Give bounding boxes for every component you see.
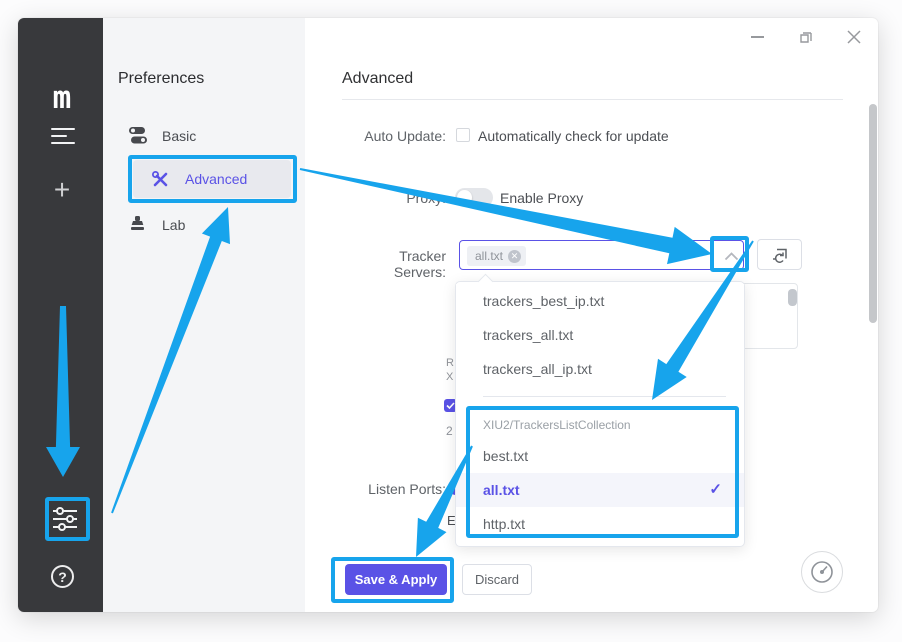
chevron-up-icon[interactable] bbox=[724, 252, 739, 261]
auto-update-label: Auto Update: bbox=[330, 128, 446, 144]
auto-update-checkbox[interactable] bbox=[456, 128, 470, 142]
occluded-text-fragment: R bbox=[446, 357, 454, 369]
tools-icon bbox=[152, 171, 169, 188]
dropdown-group-label: XIU2/TrackersListCollection bbox=[483, 418, 631, 432]
dropdown-option[interactable]: http.txt bbox=[456, 507, 744, 541]
gauge-icon bbox=[809, 559, 835, 585]
auto-update-checkbox-label: Automatically check for update bbox=[478, 128, 669, 144]
task-list-icon[interactable] bbox=[51, 128, 75, 144]
dropdown-option[interactable]: best.txt bbox=[456, 439, 744, 473]
save-apply-button[interactable]: Save & Apply bbox=[345, 564, 447, 595]
sidebar-item-lab[interactable]: Lab bbox=[118, 212, 298, 238]
discard-button[interactable]: Discard bbox=[462, 564, 532, 595]
maximize-button[interactable] bbox=[797, 28, 815, 46]
tracker-servers-label: Tracker Servers: bbox=[346, 248, 446, 280]
window-scrollbar-thumb[interactable] bbox=[869, 104, 877, 323]
occluded-text-fragment: 2 bbox=[446, 424, 453, 438]
dropdown-option-selected[interactable]: all.txt ✓ bbox=[456, 473, 744, 507]
task-list-line bbox=[51, 135, 67, 137]
title-divider bbox=[342, 99, 843, 100]
close-icon bbox=[845, 28, 863, 46]
sidebar-item-label: Lab bbox=[162, 217, 185, 233]
add-task-icon[interactable]: + bbox=[48, 177, 76, 205]
sidebar-item-label: Advanced bbox=[185, 171, 247, 187]
proxy-toggle[interactable] bbox=[455, 188, 493, 207]
lab-stamp-icon bbox=[130, 216, 145, 232]
dropdown-option[interactable]: trackers_best_ip.txt bbox=[456, 284, 744, 318]
restore-icon bbox=[797, 28, 815, 46]
check-icon: ✓ bbox=[709, 473, 722, 507]
preferences-panel bbox=[103, 18, 305, 612]
listen-ports-label: Listen Ports: bbox=[356, 481, 446, 497]
sidebar-item-advanced[interactable]: Advanced bbox=[133, 160, 291, 198]
sync-icon bbox=[772, 247, 789, 264]
help-icon[interactable]: ? bbox=[51, 565, 74, 588]
tracker-dropdown: trackers_best_ip.txt trackers_all.txt tr… bbox=[455, 281, 745, 547]
task-list-line bbox=[51, 142, 75, 144]
dropdown-option[interactable]: trackers_all_ip.txt bbox=[456, 352, 744, 386]
page-title: Advanced bbox=[342, 70, 413, 88]
task-list-line bbox=[51, 128, 75, 130]
toggles-icon bbox=[129, 127, 147, 144]
screenshot-canvas: m + ? Preferences Basic Advanced bbox=[0, 0, 902, 642]
motrix-logo: m bbox=[44, 80, 80, 116]
occluded-text-fragment: X bbox=[446, 371, 453, 383]
close-button[interactable] bbox=[845, 28, 863, 46]
sync-trackers-button[interactable] bbox=[757, 239, 802, 270]
dropdown-divider bbox=[483, 396, 726, 397]
tracker-tag-label: all.txt bbox=[475, 249, 503, 263]
dropdown-option[interactable]: trackers_all.txt bbox=[456, 318, 744, 352]
proxy-label: Proxy: bbox=[360, 190, 446, 206]
proxy-toggle-label: Enable Proxy bbox=[500, 190, 583, 206]
sidebar-item-label: Basic bbox=[162, 128, 196, 144]
preferences-sliders-icon[interactable] bbox=[51, 506, 79, 532]
tracker-servers-select[interactable]: all.txt ✕ bbox=[459, 240, 744, 270]
minimize-button[interactable] bbox=[749, 28, 767, 46]
minimize-icon bbox=[751, 36, 764, 38]
textarea-scrollbar-thumb[interactable] bbox=[788, 289, 797, 306]
speed-gauge-button[interactable] bbox=[801, 551, 843, 593]
sidebar-item-basic[interactable]: Basic bbox=[118, 123, 298, 149]
tracker-tag: all.txt ✕ bbox=[467, 246, 526, 266]
toggle-knob bbox=[457, 190, 472, 205]
tag-remove-icon[interactable]: ✕ bbox=[508, 250, 521, 263]
dropdown-option-label: all.txt bbox=[483, 482, 520, 498]
preferences-title: Preferences bbox=[118, 70, 204, 88]
